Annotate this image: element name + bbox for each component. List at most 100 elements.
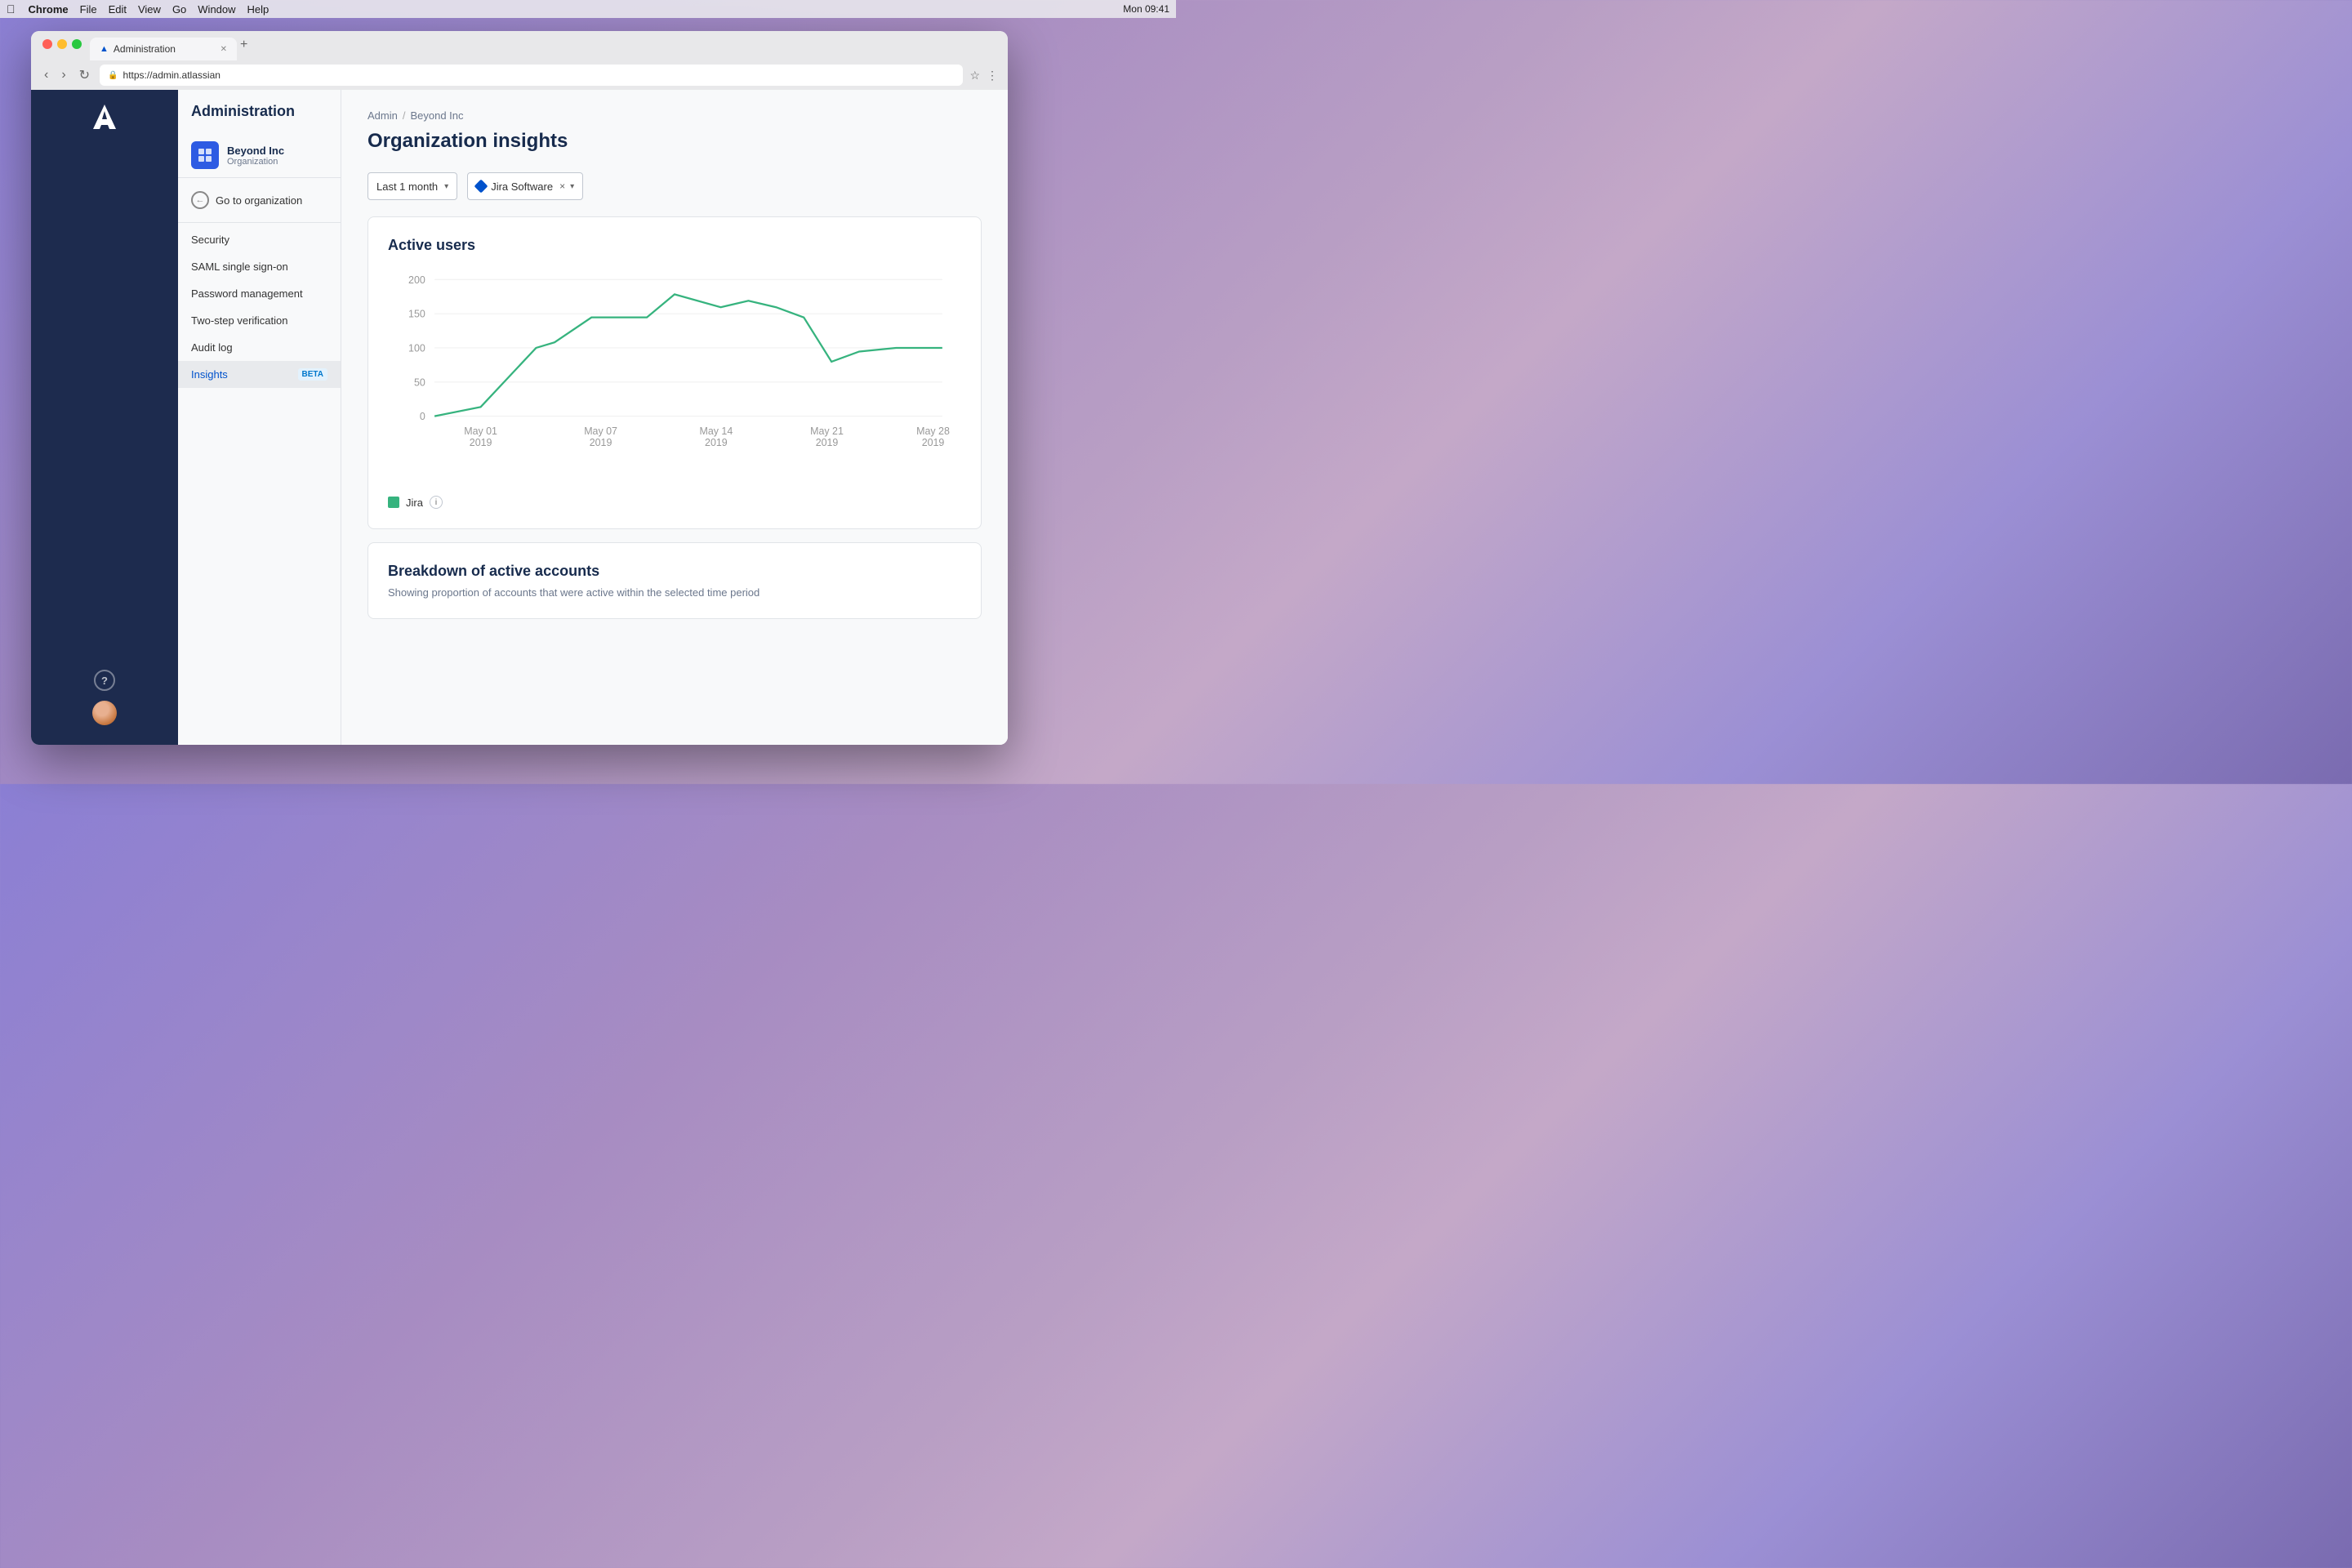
svg-text:2019: 2019 <box>590 437 612 448</box>
more-button[interactable]: ⋮ <box>987 69 998 82</box>
beta-badge: BETA <box>298 368 327 381</box>
main-content: Admin / Beyond Inc Organization insights… <box>341 90 1008 745</box>
svg-text:2019: 2019 <box>705 437 728 448</box>
menu-bar:  Chrome File Edit View Go Window Help M… <box>0 0 1176 18</box>
sidebar-item-twostep[interactable]: Two-step verification <box>178 307 341 334</box>
breakdown-title: Breakdown of active accounts <box>388 563 961 580</box>
close-button[interactable] <box>42 39 52 49</box>
bookmark-button[interactable]: ☆ <box>969 69 980 82</box>
legend-info-icon[interactable]: i <box>430 496 443 509</box>
apple-icon[interactable]:  <box>7 2 16 16</box>
reload-button[interactable]: ↻ <box>76 65 93 85</box>
active-users-chart-svg: 200 150 100 50 0 May 01 2019 May 07 2019… <box>388 270 961 483</box>
org-icon <box>191 141 219 169</box>
svg-text:2019: 2019 <box>922 437 945 448</box>
org-item: Beyond Inc Organization <box>178 133 341 178</box>
help-icon[interactable]: ? <box>94 670 115 691</box>
time-filter-chevron-icon: ▾ <box>444 182 448 191</box>
active-tab[interactable]: ▲ Administration ✕ <box>90 38 237 60</box>
sidebar-item-security[interactable]: Security <box>178 226 341 253</box>
product-filter-label: Jira Software <box>491 180 553 193</box>
new-tab-button[interactable]: + <box>240 38 247 52</box>
svg-text:150: 150 <box>408 309 425 320</box>
go-to-org-button[interactable]: ← Go to organization <box>178 185 341 216</box>
atlassian-sidebar: ? <box>31 90 178 745</box>
chart-legend: Jira i <box>388 496 961 509</box>
svg-text:May 14: May 14 <box>699 425 733 437</box>
address-field[interactable]: 🔒 https://admin.atlassian <box>100 65 963 86</box>
menu-bar-app-name[interactable]: Chrome <box>29 3 69 16</box>
user-avatar[interactable] <box>92 701 117 725</box>
sidebar-bottom: ? <box>92 670 117 732</box>
forward-button[interactable]: › <box>58 66 69 84</box>
product-filter-chevron-icon: ▾ <box>570 182 574 191</box>
menu-go[interactable]: Go <box>172 3 186 16</box>
product-filter-remove[interactable]: × <box>559 180 565 192</box>
app-content: ? Administration Beyond <box>31 90 1008 745</box>
nav-divider <box>178 222 341 223</box>
svg-text:May 01: May 01 <box>464 425 497 437</box>
breadcrumb: Admin / Beyond Inc <box>368 109 982 122</box>
jira-diamond-icon <box>474 180 488 194</box>
menu-file[interactable]: File <box>80 3 97 16</box>
filters-row: Last 1 month ▾ Jira Software × ▾ <box>368 172 982 200</box>
menu-help[interactable]: Help <box>247 3 270 16</box>
tab-close-button[interactable]: ✕ <box>220 45 227 54</box>
svg-text:May 21: May 21 <box>810 425 844 437</box>
tab-bar: ▲ Administration ✕ + <box>31 31 1008 60</box>
sidebar-item-insights[interactable]: Insights BETA <box>178 361 341 388</box>
breadcrumb-separator: / <box>403 109 406 122</box>
browser-chrome: ▲ Administration ✕ + ‹ › ↻ 🔒 https://adm… <box>31 31 1008 90</box>
org-name: Beyond Inc <box>227 145 284 157</box>
menu-view[interactable]: View <box>138 3 161 16</box>
org-info: Beyond Inc Organization <box>227 145 284 167</box>
breadcrumb-org[interactable]: Beyond Inc <box>410 109 463 122</box>
svg-text:50: 50 <box>414 376 425 388</box>
svg-text:May 07: May 07 <box>584 425 617 437</box>
traffic-lights <box>42 39 82 49</box>
breadcrumb-admin[interactable]: Admin <box>368 109 398 122</box>
svg-text:May 28: May 28 <box>916 425 950 437</box>
menu-bar-right: Mon 09:41 <box>1123 3 1169 15</box>
active-users-card: Active users 200 150 100 50 <box>368 216 982 529</box>
product-filter-dropdown[interactable]: Jira Software × ▾ <box>467 172 583 200</box>
avatar-image <box>92 701 117 725</box>
breakdown-subtitle: Showing proportion of accounts that were… <box>388 586 961 599</box>
sidebar-item-saml[interactable]: SAML single sign-on <box>178 253 341 280</box>
tab-favicon: ▲ <box>100 44 109 54</box>
minimize-button[interactable] <box>57 39 67 49</box>
active-users-title: Active users <box>388 237 961 254</box>
left-nav: Administration Beyond Inc Organization <box>178 90 341 745</box>
back-button[interactable]: ‹ <box>41 66 51 84</box>
svg-text:0: 0 <box>420 411 425 422</box>
legend-label-jira: Jira <box>406 497 423 509</box>
lock-icon: 🔒 <box>108 71 118 80</box>
address-bar-row: ‹ › ↻ 🔒 https://admin.atlassian ☆ ⋮ <box>31 60 1008 90</box>
maximize-button[interactable] <box>72 39 82 49</box>
org-type: Organization <box>227 157 284 167</box>
svg-text:200: 200 <box>408 274 425 286</box>
url-text: https://admin.atlassian <box>123 69 220 81</box>
time-display: Mon 09:41 <box>1123 3 1169 15</box>
menu-edit[interactable]: Edit <box>109 3 127 16</box>
time-filter-dropdown[interactable]: Last 1 month ▾ <box>368 172 457 200</box>
sidebar-item-audit[interactable]: Audit log <box>178 334 341 361</box>
svg-text:2019: 2019 <box>816 437 839 448</box>
menu-bar-left:  Chrome File Edit View Go Window Help <box>7 2 269 16</box>
go-to-icon: ← <box>191 191 209 209</box>
legend-color-jira <box>388 497 399 508</box>
browser-window: ▲ Administration ✕ + ‹ › ↻ 🔒 https://adm… <box>31 31 1008 745</box>
time-filter-label: Last 1 month <box>376 180 438 193</box>
tab-title: Administration <box>114 43 176 55</box>
page-title: Organization insights <box>368 130 982 153</box>
insights-label: Insights <box>191 368 228 381</box>
nav-title: Administration <box>178 103 341 133</box>
menu-window[interactable]: Window <box>198 3 235 16</box>
go-to-org-label: Go to organization <box>216 194 302 207</box>
chart-area: 200 150 100 50 0 May 01 2019 May 07 2019… <box>388 270 961 483</box>
svg-text:100: 100 <box>408 342 425 354</box>
atlassian-logo <box>90 103 119 132</box>
breakdown-card: Breakdown of active accounts Showing pro… <box>368 542 982 619</box>
sidebar-item-password[interactable]: Password management <box>178 280 341 307</box>
svg-text:2019: 2019 <box>470 437 492 448</box>
